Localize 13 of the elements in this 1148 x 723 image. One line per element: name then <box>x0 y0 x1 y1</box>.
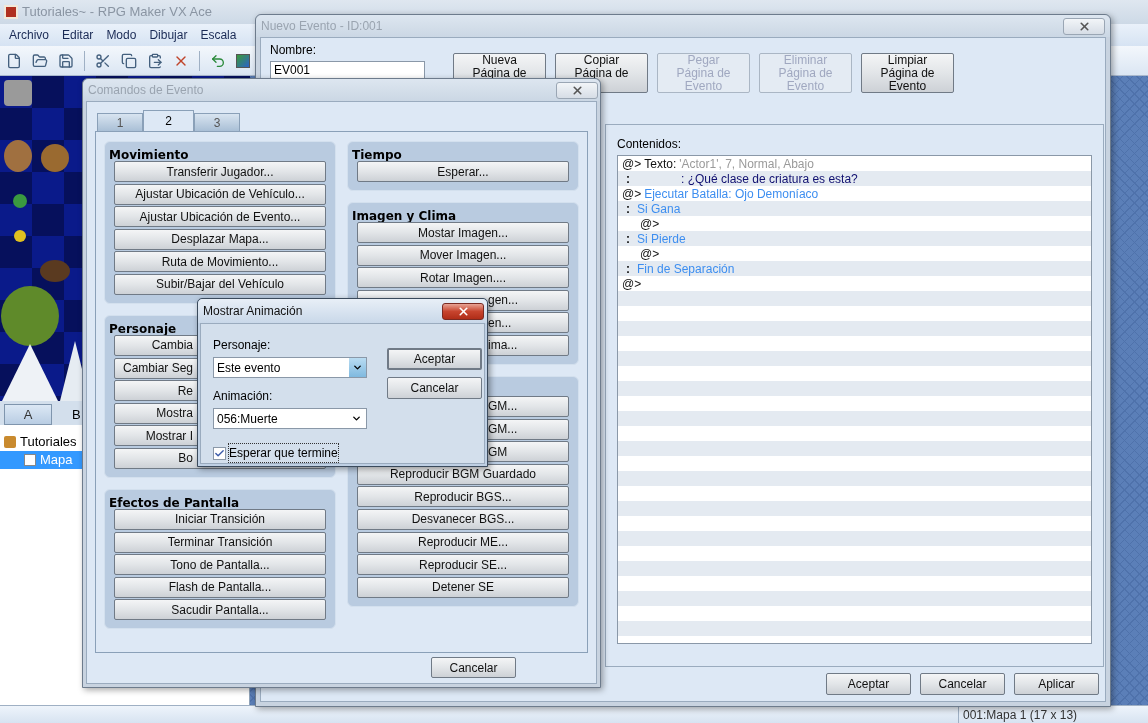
window-title: Nuevo Evento - ID:001 <box>261 18 383 35</box>
section-label: Contenidos: <box>617 136 683 153</box>
group-title: Tiempo <box>352 148 402 162</box>
group-title: Personaje <box>109 321 177 336</box>
group-title: Movimiento <box>109 148 189 162</box>
field-label: Personaje: <box>213 337 272 354</box>
window-title: Mostrar Animación <box>203 303 303 320</box>
field-label: Nombre: <box>270 42 317 59</box>
checkbox-label: Esperar que termine <box>228 443 339 463</box>
group-title: Efectos de Pantalla <box>109 495 240 510</box>
field-label: Animación: <box>213 388 274 405</box>
window-title: Tutoriales~ - RPG Maker VX Ace <box>22 3 212 22</box>
window-title: Comandos de Evento <box>88 82 204 99</box>
